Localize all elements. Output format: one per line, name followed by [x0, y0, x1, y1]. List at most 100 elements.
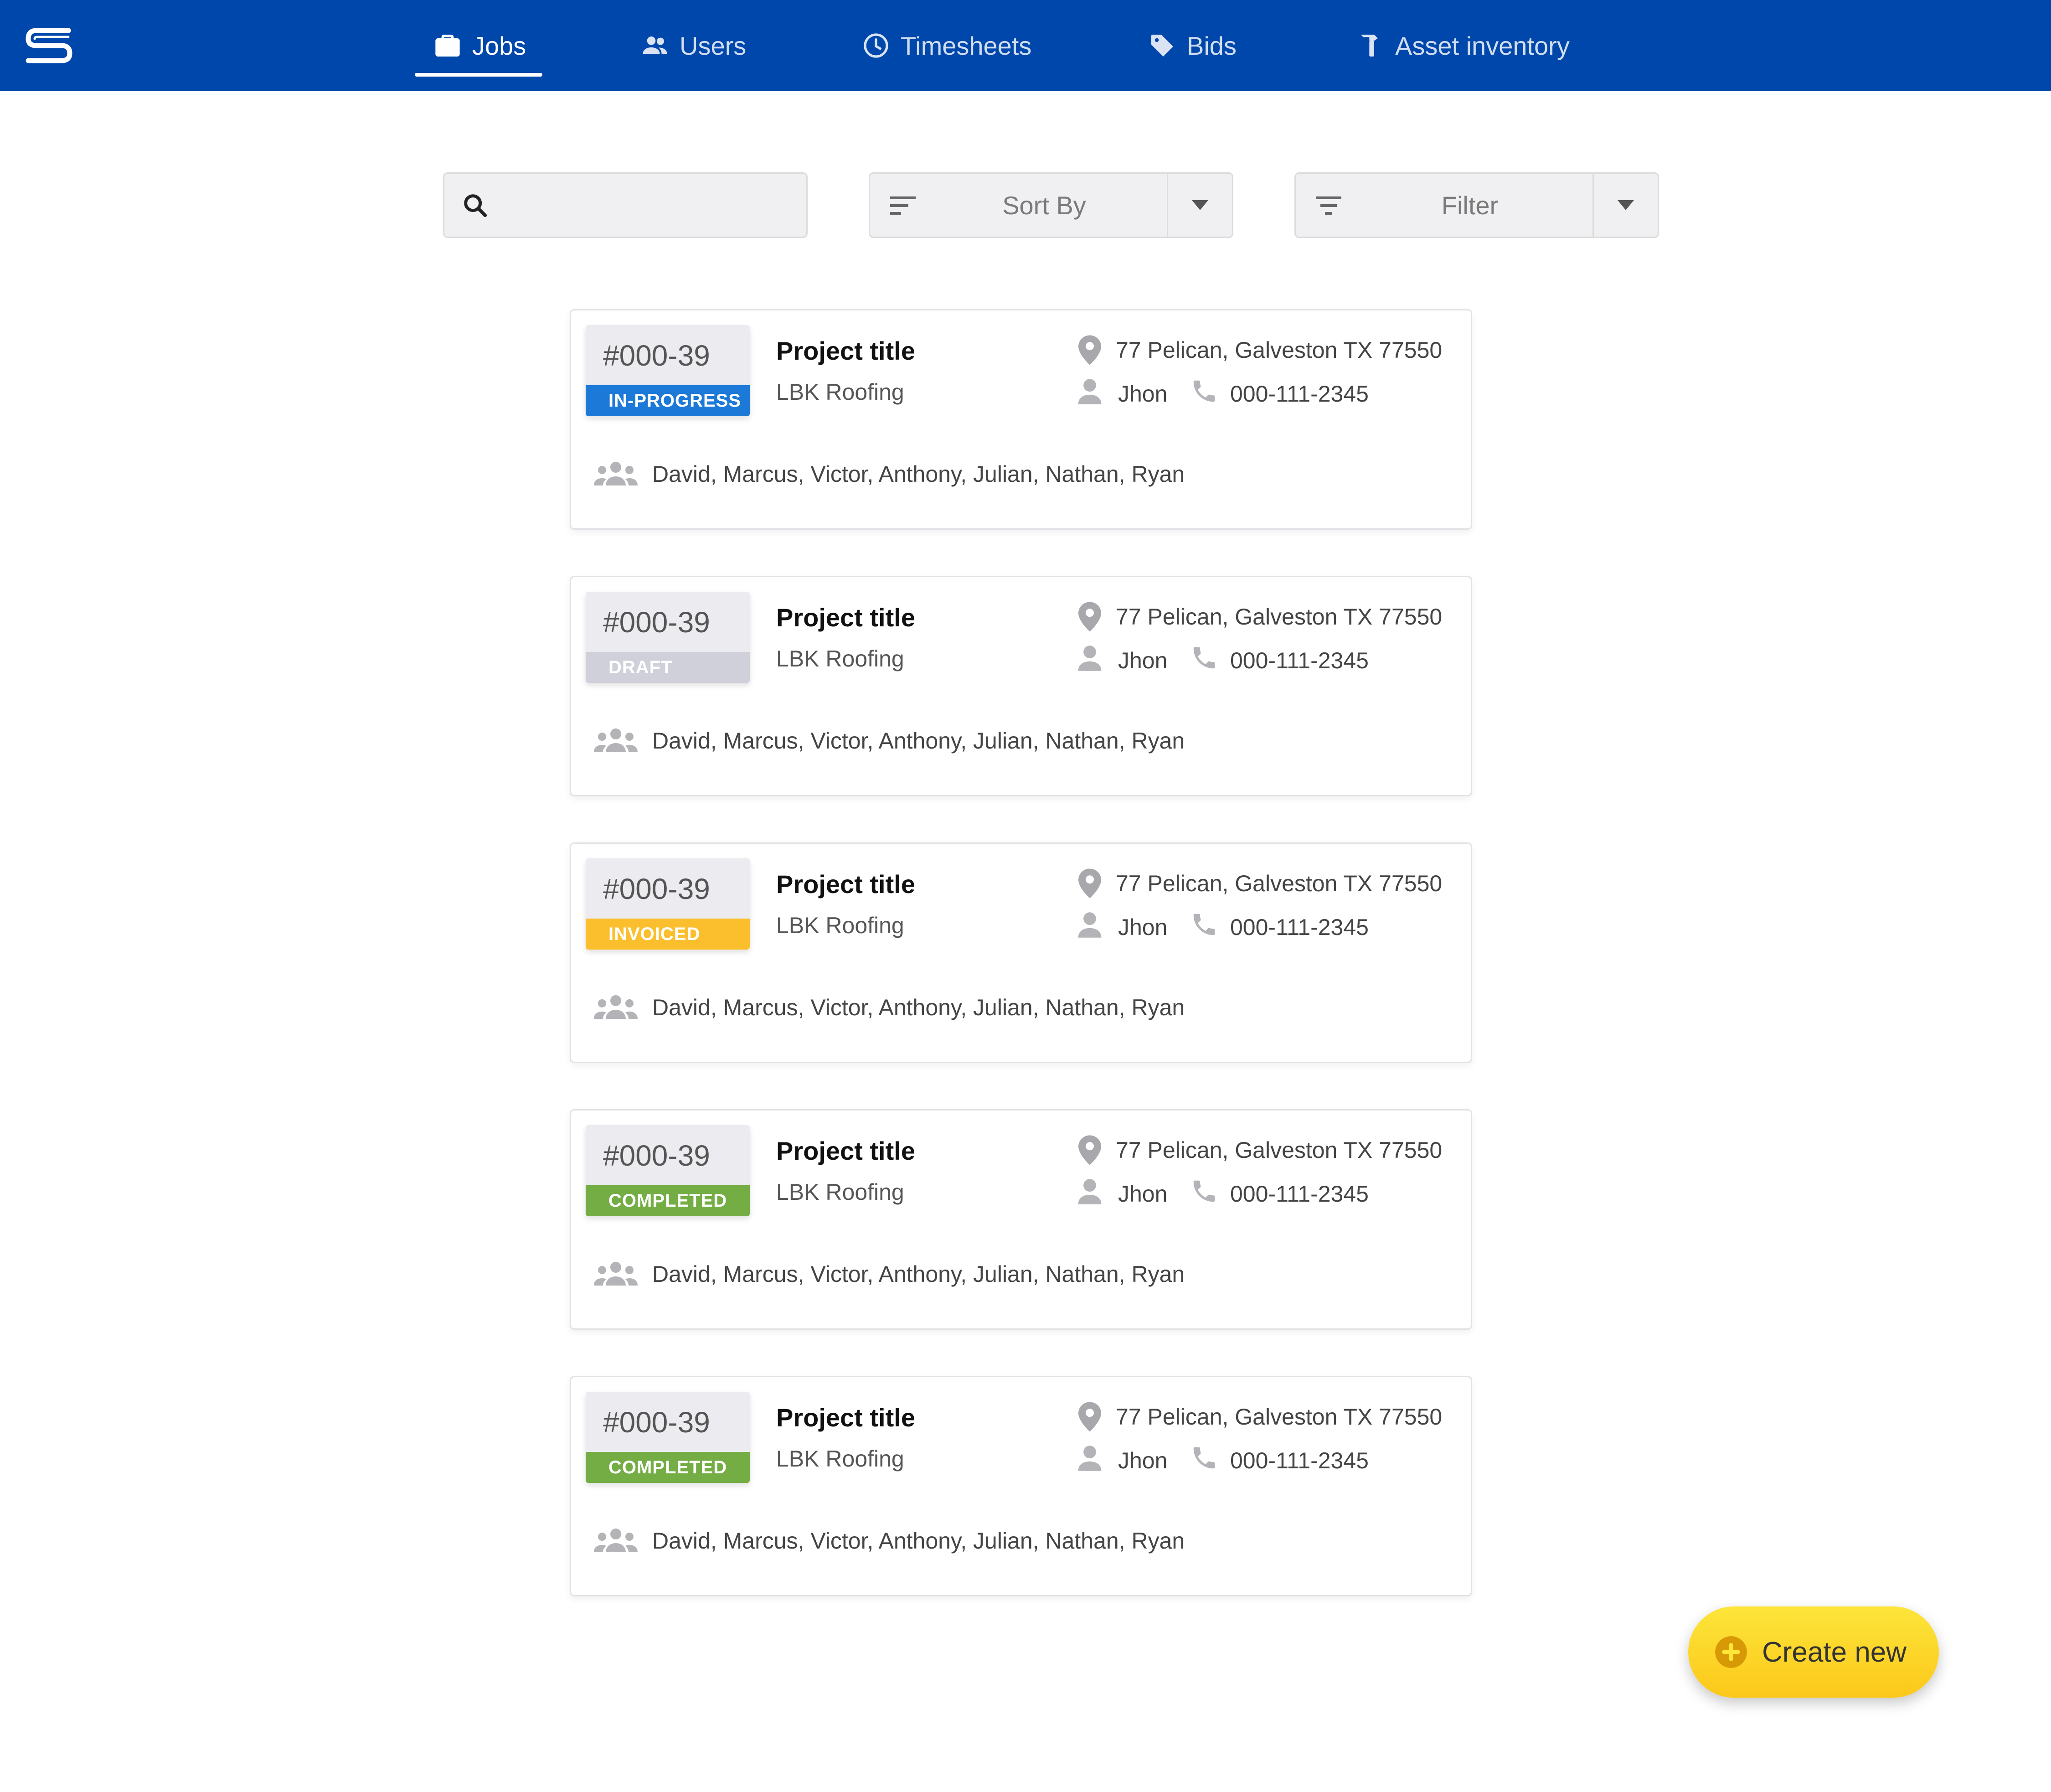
job-number: #000-39: [603, 606, 710, 639]
search-input[interactable]: [443, 172, 808, 238]
status-badge: COMPLETED: [586, 1185, 750, 1216]
phone-icon: [1193, 914, 1215, 935]
contact-name: Jhon: [1118, 381, 1168, 407]
status-badge: INVOICED: [586, 919, 750, 950]
nav-item-jobs[interactable]: Jobs: [433, 0, 526, 91]
company-name: LBK Roofing: [776, 1446, 904, 1472]
create-new-button[interactable]: Create new: [1688, 1606, 1939, 1698]
project-title: Project title: [776, 603, 915, 632]
job-badge: #000-39 DRAFT: [586, 592, 750, 683]
filter-label: Filter: [1441, 191, 1499, 220]
contact-name: Jhon: [1118, 1181, 1168, 1207]
contact-name: Jhon: [1118, 1448, 1168, 1473]
job-card[interactable]: #000-39 COMPLETED Project title LBK Roof…: [570, 1376, 1472, 1596]
job-number: #000-39: [603, 339, 710, 372]
person-icon: [1078, 912, 1102, 938]
chevron-down-icon[interactable]: [1192, 200, 1208, 210]
nav-item-label: Jobs: [472, 31, 526, 60]
contact-name: Jhon: [1118, 648, 1168, 673]
nav-item-timesheets[interactable]: Timesheets: [861, 0, 1031, 91]
app-logo-icon[interactable]: [23, 25, 75, 66]
team-members: David, Marcus, Victor, Anthony, Julian, …: [652, 461, 1185, 487]
contact-phone: 000-111-2345: [1230, 914, 1369, 940]
sort-by-label: Sort By: [1002, 191, 1086, 220]
nav-item-users[interactable]: Users: [640, 0, 746, 91]
project-title: Project title: [776, 1136, 915, 1165]
dropdown-divider: [1167, 174, 1168, 237]
clock-icon: [864, 33, 888, 58]
company-name: LBK Roofing: [776, 913, 904, 938]
contact-name: Jhon: [1118, 914, 1168, 940]
contact-phone: 000-111-2345: [1230, 648, 1369, 673]
dropdown-divider: [1592, 174, 1594, 237]
nav-item-label: Timesheets: [901, 31, 1032, 60]
location-pin-icon: [1078, 868, 1101, 899]
top-navigation-bar: Jobs Users Timesheets Bids Asset invento…: [0, 0, 2051, 91]
location-pin-icon: [1078, 335, 1101, 365]
phone-icon: [1193, 380, 1215, 402]
briefcase-icon: [435, 35, 460, 57]
job-address: 77 Pelican, Galveston TX 77550: [1116, 1137, 1443, 1163]
nav-item-label: Users: [680, 31, 747, 60]
job-badge: #000-39 COMPLETED: [586, 1392, 750, 1483]
company-name: LBK Roofing: [776, 379, 904, 405]
team-icon: [594, 462, 638, 485]
job-card[interactable]: #000-39 IN-PROGRESS Project title LBK Ro…: [570, 309, 1472, 530]
phone-icon: [1193, 1180, 1215, 1202]
team-members: David, Marcus, Victor, Anthony, Julian, …: [652, 1528, 1185, 1554]
nav-item-label: Asset inventory: [1395, 31, 1570, 60]
job-card[interactable]: #000-39 DRAFT Project title LBK Roofing …: [570, 576, 1472, 796]
project-title: Project title: [776, 336, 915, 365]
team-icon: [594, 1529, 638, 1552]
project-title: Project title: [776, 870, 915, 899]
job-badge: #000-39 COMPLETED: [586, 1125, 750, 1216]
person-icon: [1078, 1179, 1102, 1204]
create-new-label: Create new: [1762, 1636, 1907, 1668]
active-tab-indicator: [415, 73, 542, 77]
status-badge: IN-PROGRESS: [586, 385, 750, 416]
tag-icon: [1151, 35, 1173, 57]
chevron-down-icon[interactable]: [1618, 200, 1634, 210]
company-name: LBK Roofing: [776, 1179, 904, 1205]
status-badge: DRAFT: [586, 652, 750, 683]
status-badge: COMPLETED: [586, 1452, 750, 1483]
phone-icon: [1193, 1447, 1215, 1469]
project-title: Project title: [776, 1403, 915, 1432]
hammer-icon: [1360, 35, 1378, 57]
job-address: 77 Pelican, Galveston TX 77550: [1116, 337, 1443, 363]
job-address: 77 Pelican, Galveston TX 77550: [1116, 604, 1443, 630]
person-icon: [1078, 1446, 1102, 1471]
team-icon: [594, 995, 638, 1019]
person-icon: [1078, 646, 1102, 671]
location-pin-icon: [1078, 602, 1101, 632]
nav-item-bids[interactable]: Bids: [1148, 0, 1237, 91]
filter-dropdown[interactable]: Filter: [1294, 172, 1659, 238]
nav-item-label: Bids: [1187, 31, 1237, 60]
sort-by-dropdown[interactable]: Sort By: [869, 172, 1233, 238]
job-address: 77 Pelican, Galveston TX 77550: [1116, 871, 1443, 896]
job-number: #000-39: [603, 1139, 710, 1172]
job-card[interactable]: #000-39 INVOICED Project title LBK Roofi…: [570, 842, 1472, 1063]
team-icon: [594, 728, 638, 752]
contact-phone: 000-111-2345: [1230, 381, 1369, 407]
nav-item-asset-inventory[interactable]: Asset inventory: [1356, 0, 1570, 91]
contact-phone: 000-111-2345: [1230, 1181, 1369, 1207]
company-name: LBK Roofing: [776, 646, 904, 671]
job-number: #000-39: [603, 873, 710, 905]
users-icon: [643, 36, 667, 54]
phone-icon: [1193, 647, 1215, 669]
job-number: #000-39: [603, 1406, 710, 1439]
search-icon: [464, 194, 487, 217]
location-pin-icon: [1078, 1135, 1101, 1165]
team-icon: [594, 1262, 638, 1286]
plus-circle-icon: [1715, 1636, 1747, 1668]
job-badge: #000-39 INVOICED: [586, 858, 750, 950]
job-address: 77 Pelican, Galveston TX 77550: [1116, 1404, 1443, 1430]
team-members: David, Marcus, Victor, Anthony, Julian, …: [652, 1261, 1185, 1287]
person-icon: [1078, 379, 1102, 404]
sort-icon: [890, 196, 916, 215]
team-members: David, Marcus, Victor, Anthony, Julian, …: [652, 995, 1185, 1020]
team-members: David, Marcus, Victor, Anthony, Julian, …: [652, 728, 1185, 754]
contact-phone: 000-111-2345: [1230, 1448, 1369, 1473]
job-card[interactable]: #000-39 COMPLETED Project title LBK Roof…: [570, 1109, 1472, 1330]
